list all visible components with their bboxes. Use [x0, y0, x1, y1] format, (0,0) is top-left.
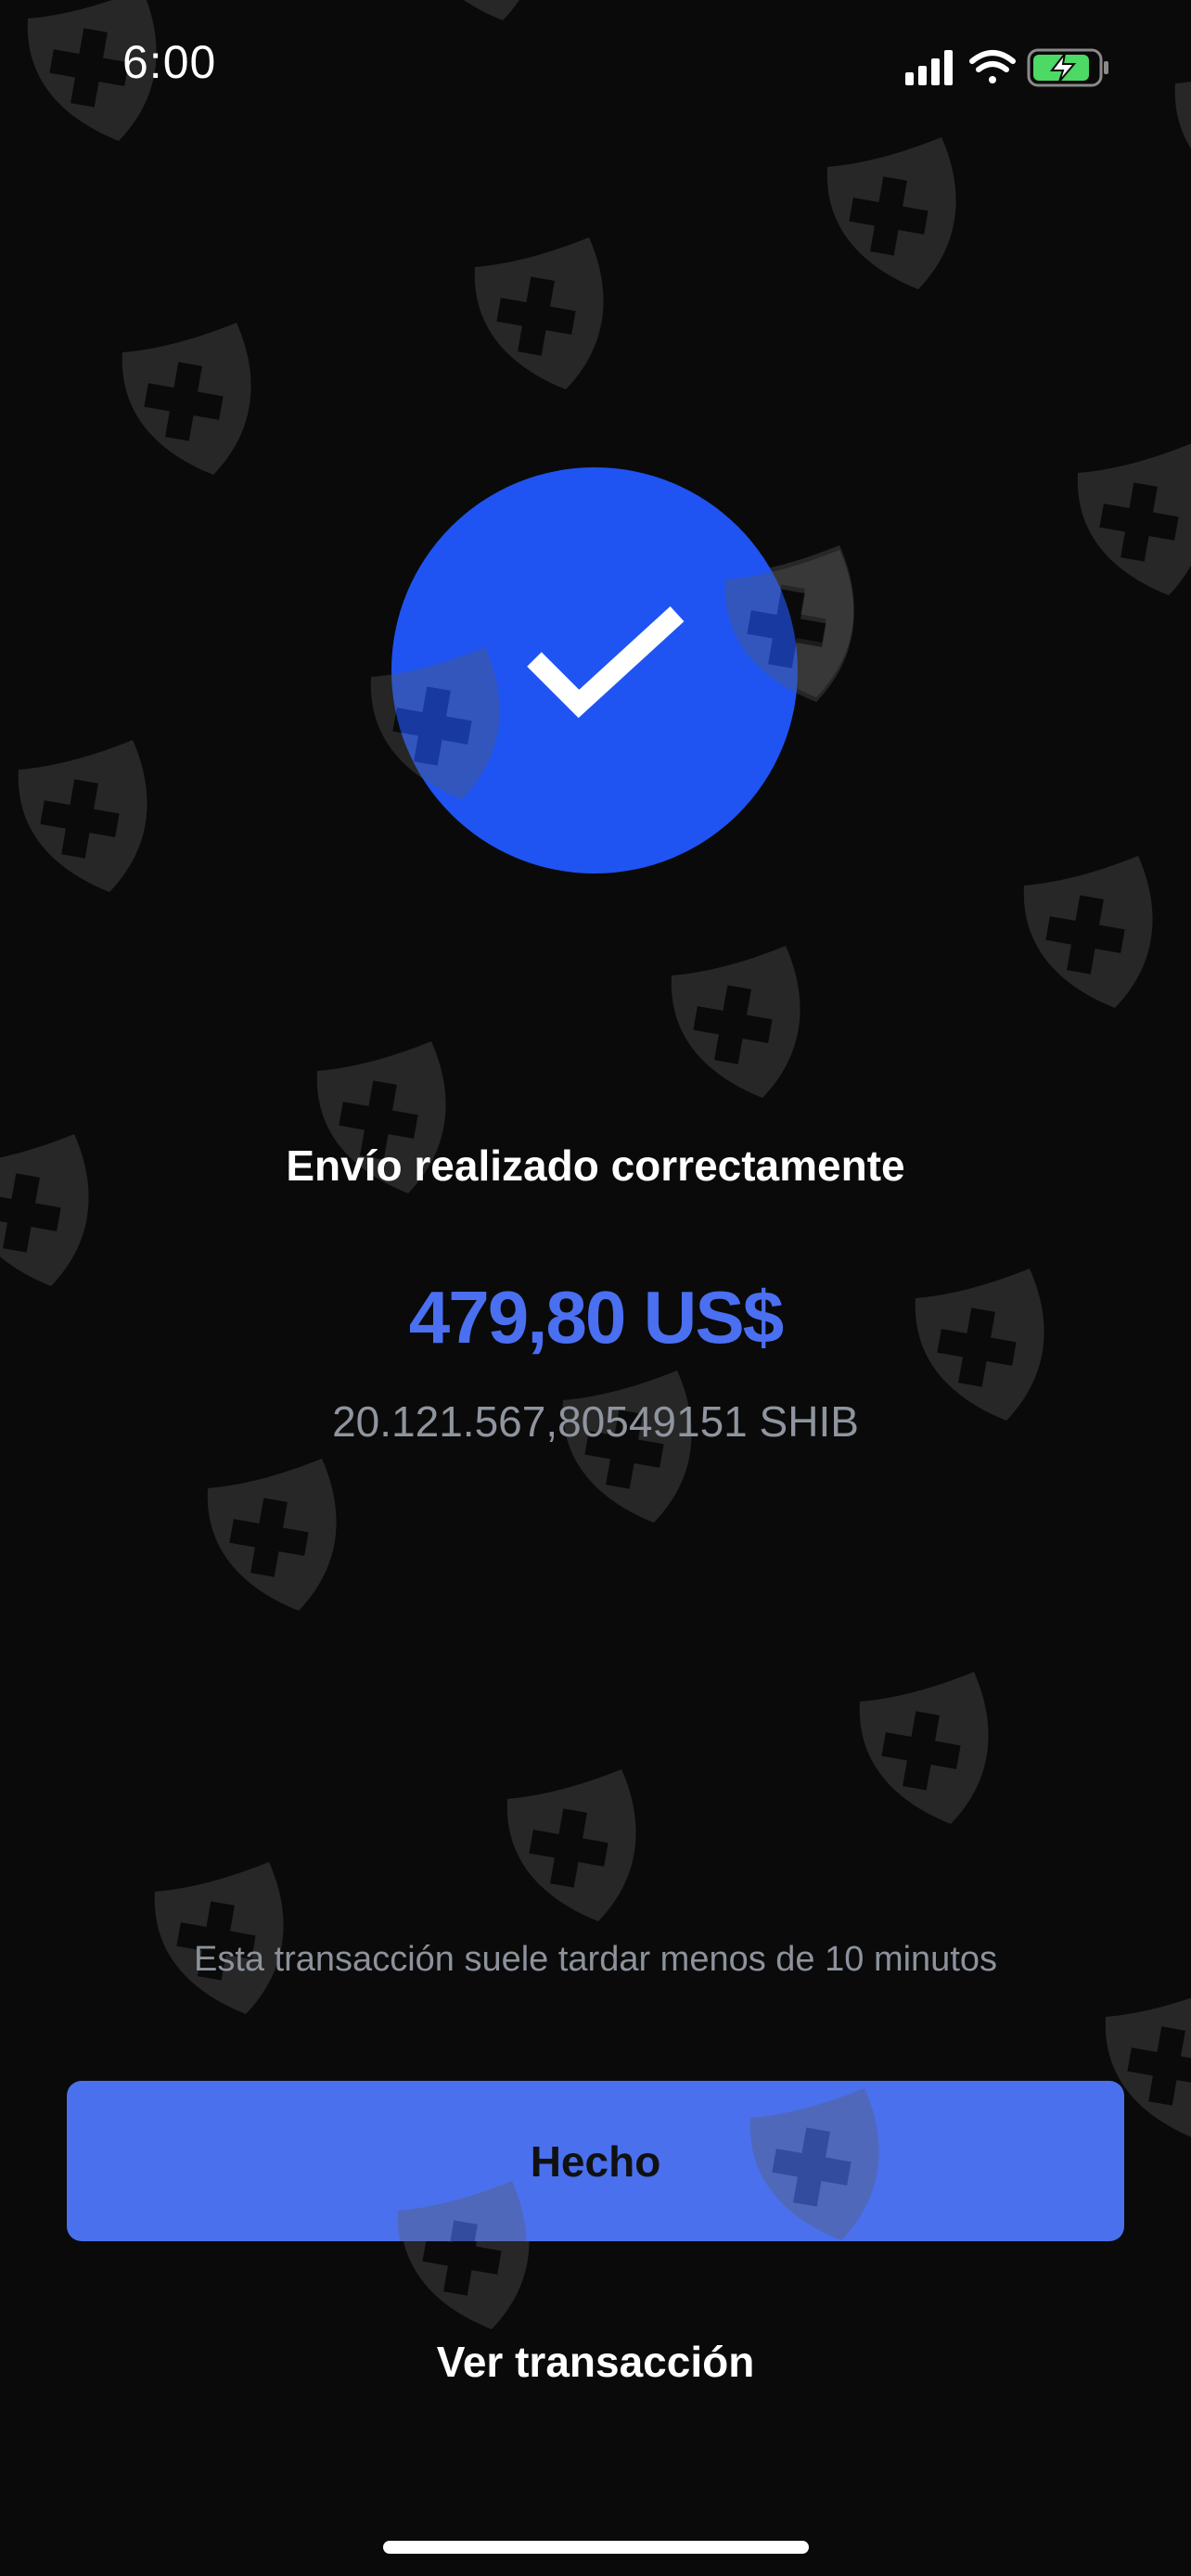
shield-plus-icon	[1013, 848, 1161, 1015]
shield-plus-icon	[197, 1451, 345, 1618]
home-indicator[interactable]	[383, 2541, 809, 2554]
shield-plus-icon	[111, 315, 260, 482]
shield-plus-icon	[360, 640, 508, 807]
view-transaction-link[interactable]: Ver transacción	[0, 2337, 1191, 2387]
cellular-signal-icon	[905, 50, 953, 85]
shield-plus-icon	[496, 1762, 645, 1929]
fiat-amount: 479,80 US$	[408, 1276, 785, 1358]
shield-plus-icon	[1067, 436, 1191, 603]
done-button-label: Hecho	[530, 2136, 661, 2186]
shield-plus-icon	[401, 0, 549, 28]
transaction-note: Esta transacción suele tardar menos de 1…	[193, 1940, 998, 1979]
battery-charging-icon	[1027, 48, 1108, 87]
shield-plus-icon	[816, 130, 965, 297]
status-time: 6:00	[122, 36, 217, 88]
success-title: Envío realizado correctamente	[286, 1141, 905, 1190]
shield-plus-icon	[714, 542, 863, 709]
shield-plus-icon	[464, 230, 612, 397]
shield-plus-icon	[1164, 46, 1191, 213]
shield-plus-icon	[552, 1363, 700, 1530]
shield-plus-icon	[739, 2081, 888, 2241]
shield-plus-icon	[7, 733, 156, 899]
shield-plus-icon	[660, 938, 809, 1105]
status-icons	[905, 48, 1108, 87]
wifi-icon	[969, 50, 1016, 83]
crypto-amount: 20.121.567,80549151 SHIB	[332, 1397, 859, 1446]
done-button[interactable]: Hecho	[67, 2081, 1124, 2241]
shield-plus-icon	[849, 1664, 997, 1831]
shield-plus-icon	[144, 1855, 292, 2021]
shield-plus-icon	[387, 2174, 535, 2241]
